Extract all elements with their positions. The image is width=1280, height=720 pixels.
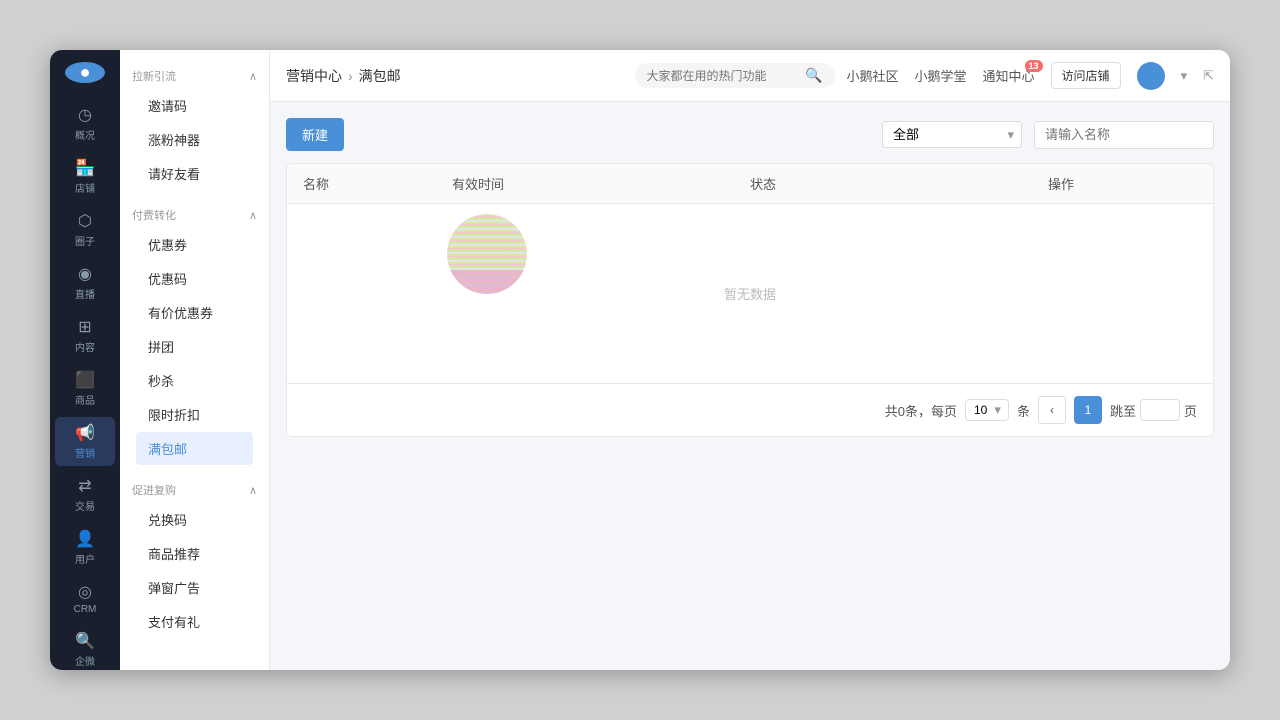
avatar[interactable] [1137,62,1165,90]
live-icon: ◉ [78,264,92,284]
sidebar-item-enterprise[interactable]: 🔍 企微 [55,625,115,670]
sidebar-item-goods[interactable]: ⬛ 商品 [55,364,115,413]
topbar-links: 小鹅社区 小鹅学堂 通知中心 13 访问店铺 ▾ ⇱ [847,62,1215,90]
name-search-box[interactable]: 🔍 [1034,121,1214,149]
sub-item-redeem-code[interactable]: 兑换码 [136,503,253,536]
sidebar-item-crm[interactable]: ◎ CRM [55,576,115,621]
sidebar-item-store[interactable]: 🏪 店铺 [55,152,115,201]
enterprise-icon: 🔍 [75,631,95,651]
table-header: 名称 有效时间 状态 操作 [287,164,1213,204]
crm-icon: ◎ [78,582,92,602]
breadcrumb: 营销中心 › 满包邮 [286,66,401,86]
filter-select[interactable]: 全部 [882,121,1022,148]
new-button[interactable]: 新建 [286,118,344,151]
topbar-search-input[interactable] [647,69,800,83]
sub-item-popup-ad[interactable]: 弹窗广告 [136,571,253,604]
name-search-input[interactable] [1035,122,1214,147]
breadcrumb-separator: › [348,68,353,84]
breadcrumb-item-2: 满包邮 [359,66,401,86]
marketing-icon: 📢 [75,423,95,443]
sub-item-group-buy[interactable]: 拼团 [136,330,253,363]
user-icon: 👤 [75,529,95,549]
section-repurchase-header[interactable]: 促进复购 ∧ [132,478,257,502]
content-area: 新建 全部 🔍 [270,102,1230,670]
sidebar-item-content[interactable]: ⊞ 内容 [55,311,115,360]
topbar-search[interactable]: 🔍 [635,63,835,88]
col-action: 操作 [1048,174,1197,193]
sidebar-item-live[interactable]: ◉ 直播 [55,258,115,307]
topbar-link-community[interactable]: 小鹅社区 [847,66,899,85]
overview-icon: ◷ [78,105,92,125]
table-empty-state: 暂无数据 [287,204,1213,383]
visit-store-button[interactable]: 访问店铺 [1051,62,1121,89]
per-page-unit: 条 [1017,401,1030,420]
group-icon: ⬡ [78,211,92,231]
goods-icon: ⬛ [75,370,95,390]
main-area: 营销中心 › 满包邮 🔍 小鹅社区 小鹅学堂 通知中心 13 访问店铺 [270,50,1230,670]
per-page-wrapper: 10 20 50 [965,399,1009,421]
transaction-icon: ⇄ [78,476,91,496]
page-unit: 页 [1184,401,1197,420]
expand-icon[interactable]: ⇱ [1203,68,1214,84]
sub-item-full-free-ship[interactable]: 满包邮 [136,432,253,465]
filter-row: 全部 🔍 [882,121,1214,149]
content-icon: ⊞ [78,317,91,337]
page-goto: 跳至 页 [1110,399,1197,421]
per-page-select[interactable]: 10 20 50 [965,399,1009,421]
pagination: 共0条，每页 10 20 50 条 ‹ 1 跳至 [287,383,1213,436]
sub-item-product-recommend[interactable]: 商品推荐 [136,537,253,570]
sidebar-item-user[interactable]: 👤 用户 [55,523,115,572]
sub-item-gift-pay[interactable]: 支付有礼 [136,605,253,638]
empty-text: 暂无数据 [724,284,776,303]
sub-item-valued-coupon[interactable]: 有价优惠券 [136,296,253,329]
topbar-link-academy[interactable]: 小鹅学堂 [915,66,967,85]
notification-button[interactable]: 通知中心 13 [983,66,1035,85]
loading-spinner [447,214,527,294]
toolbar: 新建 全部 🔍 [286,118,1214,151]
sub-item-invite-friends[interactable]: 请好友看 [136,157,253,190]
chevron-down-icon[interactable]: ▾ [1181,68,1188,84]
topbar: 营销中心 › 满包邮 🔍 小鹅社区 小鹅学堂 通知中心 13 访问店铺 [270,50,1230,102]
section-paid-convert: 付费转化 ∧ 优惠券 优惠码 有价优惠券 拼团 秒杀 限时折扣 满包邮 [120,197,269,472]
data-table: 名称 有效时间 状态 操作 暂无数据 共0条，每页 [286,163,1214,437]
sub-item-coupon[interactable]: 优惠券 [136,228,253,261]
sub-item-time-discount[interactable]: 限时折扣 [136,398,253,431]
sidebar: ● ◷ 概况 🏪 店铺 ⬡ 圈子 ◉ 直播 ⊞ 内容 ⬛ [50,50,120,670]
goto-input[interactable] [1140,399,1180,421]
app-logo: ● [65,62,105,83]
pagination-total: 共0条，每页 [885,401,957,420]
prev-page-button[interactable]: ‹ [1038,396,1066,424]
store-icon: 🏪 [75,158,95,178]
sub-item-coupon-code[interactable]: 优惠码 [136,262,253,295]
col-name: 名称 [303,174,452,193]
sub-sidebar: 拉新引流 ∧ 邀请码 涨粉神器 请好友看 付费转化 ∧ 优惠券 优惠码 有价优惠… [120,50,270,670]
col-time: 有效时间 [452,174,750,193]
sidebar-item-group[interactable]: ⬡ 圈子 [55,205,115,254]
current-page-button[interactable]: 1 [1074,396,1102,424]
sidebar-item-overview[interactable]: ◷ 概况 [55,99,115,148]
app-container: ● ◷ 概况 🏪 店铺 ⬡ 圈子 ◉ 直播 ⊞ 内容 ⬛ [50,50,1230,670]
app-window: ● ◷ 概况 🏪 店铺 ⬡ 圈子 ◉ 直播 ⊞ 内容 ⬛ [50,50,1230,670]
section-paid-convert-header[interactable]: 付费转化 ∧ [132,203,257,227]
sidebar-item-marketing[interactable]: 📢 营销 [55,417,115,466]
section-pull-new: 拉新引流 ∧ 邀请码 涨粉神器 请好友看 [120,58,269,197]
breadcrumb-item-1: 营销中心 [286,66,342,86]
filter-select-wrapper: 全部 [882,121,1022,148]
notification-badge: 13 [1025,60,1043,72]
sub-item-flash-sale[interactable]: 秒杀 [136,364,253,397]
search-icon: 🔍 [805,67,822,84]
goto-label: 跳至 [1110,401,1136,420]
section-repurchase: 促进复购 ∧ 兑换码 商品推荐 弹窗广告 支付有礼 [120,472,269,645]
sidebar-item-transaction[interactable]: ⇄ 交易 [55,470,115,519]
sub-item-grow-fans[interactable]: 涨粉神器 [136,123,253,156]
section-pull-new-header[interactable]: 拉新引流 ∧ [132,64,257,88]
sub-item-invite-code[interactable]: 邀请码 [136,89,253,122]
col-status: 状态 [750,174,1048,193]
